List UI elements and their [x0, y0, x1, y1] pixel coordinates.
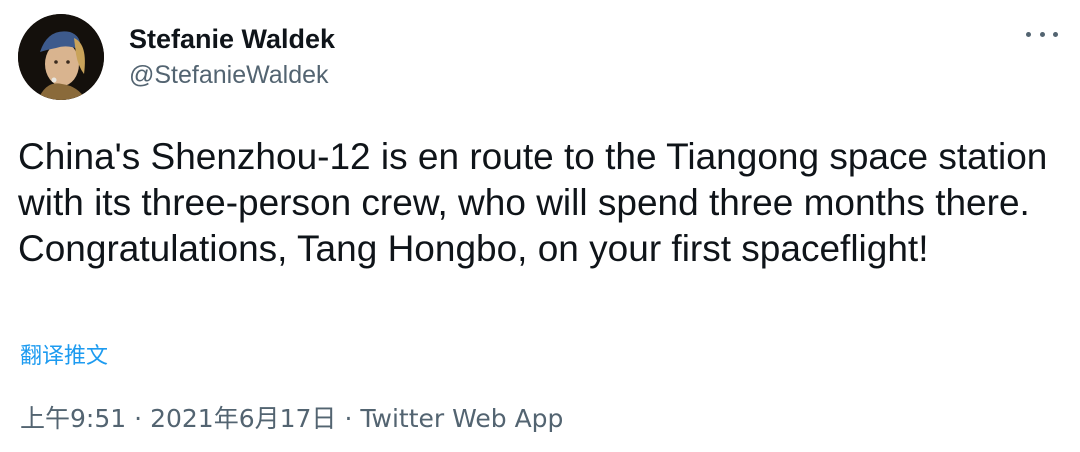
more-horizontal-icon-dot [1039, 31, 1045, 37]
tweet-time[interactable]: 上午9:51 [20, 402, 126, 436]
avatar[interactable] [18, 14, 104, 100]
more-options-button[interactable] [1026, 22, 1058, 46]
author-handle[interactable]: @StefanieWaldek [129, 58, 335, 92]
meta-separator: · [344, 404, 353, 433]
author-names: Stefanie Waldek @StefanieWaldek [129, 22, 335, 92]
author-display-name[interactable]: Stefanie Waldek [129, 22, 335, 56]
tweet-date[interactable]: 2021年6月17日 [150, 402, 336, 436]
avatar-image [18, 14, 104, 100]
tweet-text: China's Shenzhou-12 is en route to the T… [18, 136, 1048, 269]
more-horizontal-icon-dot [1053, 31, 1058, 37]
tweet-meta: 上午9:51 · 2021年6月17日 · Twitter Web App [20, 402, 563, 436]
more-horizontal-icon [1026, 31, 1031, 37]
meta-separator: · [134, 404, 143, 433]
tweet-card: Stefanie Waldek @StefanieWaldek China's … [0, 0, 1080, 452]
translate-tweet-link[interactable]: 翻译推文 [20, 342, 108, 372]
tweet-source-link[interactable]: Twitter Web App [360, 402, 563, 436]
tweet-header: Stefanie Waldek @StefanieWaldek [18, 12, 335, 102]
